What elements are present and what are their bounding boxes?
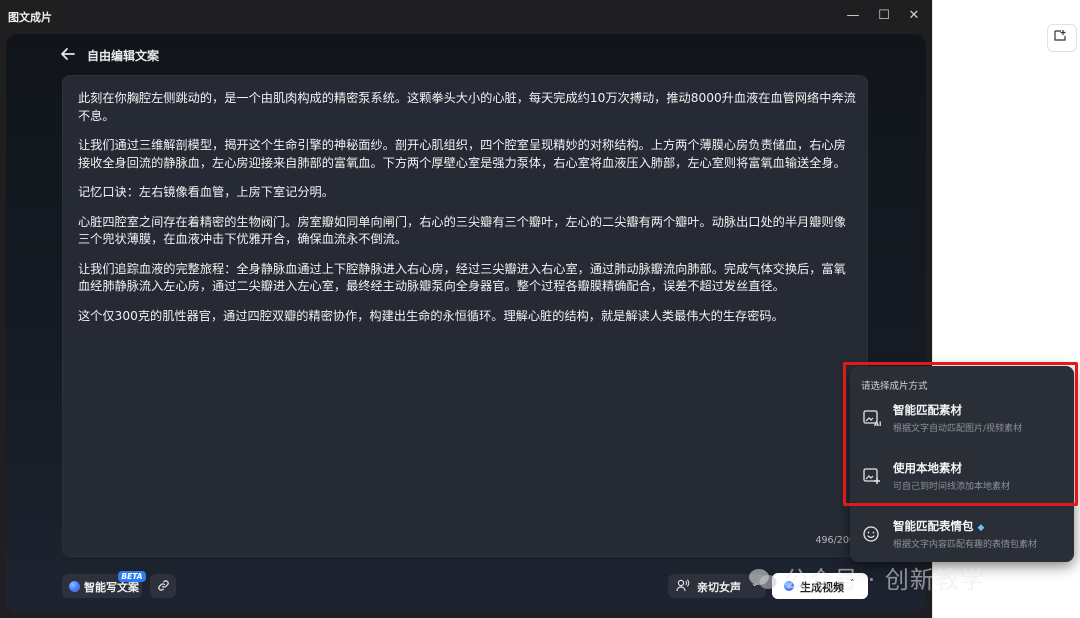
paragraph: 让我们通过三维解剖模型，揭开这个生命引擎的神秘面纱。剖开心肌组织，四个腔室呈现精… xyxy=(78,138,846,170)
share-icon xyxy=(1054,30,1068,44)
window-title: 图文成片 xyxy=(8,11,52,24)
annotation-highlight-box xyxy=(843,362,1078,506)
link-icon xyxy=(157,579,170,593)
voice-label: 亲切女声 xyxy=(697,581,741,594)
menu-item-label: 智能匹配表情包 xyxy=(893,519,974,533)
page-title: 自由编辑文案 xyxy=(87,49,160,63)
paragraph: 这个仅300克的肌性器官，通过四腔双瓣的精密协作，构建出生命的永恒循环。理解心脏… xyxy=(78,308,784,323)
paragraph: 心脏四腔室之间存在着精密的生物阀门。房室瓣如同单向闸门，右心的三尖瓣有三个瓣叶，… xyxy=(78,214,846,247)
wechat-icon xyxy=(748,567,778,591)
script-editor[interactable]: 此刻在你胸腔左侧跳动的，是一个由肌肉构成的精密泵系统。这颗拳头大小的心脏，每天完… xyxy=(62,75,868,557)
app-window: 图文成片 — ☐ ✕ 自由编辑文案 此刻在你胸腔左侧跳动的，是一个由肌肉构成的精… xyxy=(0,0,932,618)
ai-orb-icon xyxy=(69,581,80,592)
menu-item-desc: 根据文字内容匹配有趣的表情包素材 xyxy=(893,540,1038,550)
back-arrow-icon[interactable] xyxy=(60,46,80,64)
link-button[interactable] xyxy=(150,574,176,598)
script-text[interactable]: 此刻在你胸腔左侧跳动的，是一个由肌肉构成的精密泵系统。这颗拳头大小的心脏，每天完… xyxy=(78,90,856,337)
paragraph: 此刻在你胸腔左侧跳动的，是一个由肌肉构成的精密泵系统。这颗拳头大小的心脏，每天完… xyxy=(78,91,856,123)
beta-badge: BETA xyxy=(118,571,146,582)
title-bar: 图文成片 — ☐ ✕ xyxy=(0,0,932,32)
maximize-button[interactable]: ☐ xyxy=(873,6,895,26)
menu-item-name: 智能匹配表情包 ◆ xyxy=(893,518,984,534)
voice-person-icon xyxy=(676,578,690,595)
paragraph: 让我们追踪血液的完整旅程：全身静脉血通过上下腔静脉进入右心房，经过三尖瓣进入右心… xyxy=(78,261,846,294)
share-button[interactable] xyxy=(1047,24,1077,52)
diamond-icon: ◆ xyxy=(977,523,985,533)
watermark-text: 公众号 · 创新教学 xyxy=(784,566,985,594)
menu-item-sticker-match[interactable]: 智能匹配表情包 ◆ 根据文字内容匹配有趣的表情包素材 xyxy=(850,510,1074,562)
smile-icon xyxy=(862,524,882,544)
minimize-button[interactable]: — xyxy=(842,6,864,26)
watermark: 公众号 · 创新教学 xyxy=(748,560,985,594)
ai-write-button[interactable]: 智能写文案 BETA xyxy=(62,571,146,598)
close-button[interactable]: ✕ xyxy=(903,6,925,26)
paragraph: 记忆口诀：左右镜像看血管，上房下室记分明。 xyxy=(78,185,334,199)
